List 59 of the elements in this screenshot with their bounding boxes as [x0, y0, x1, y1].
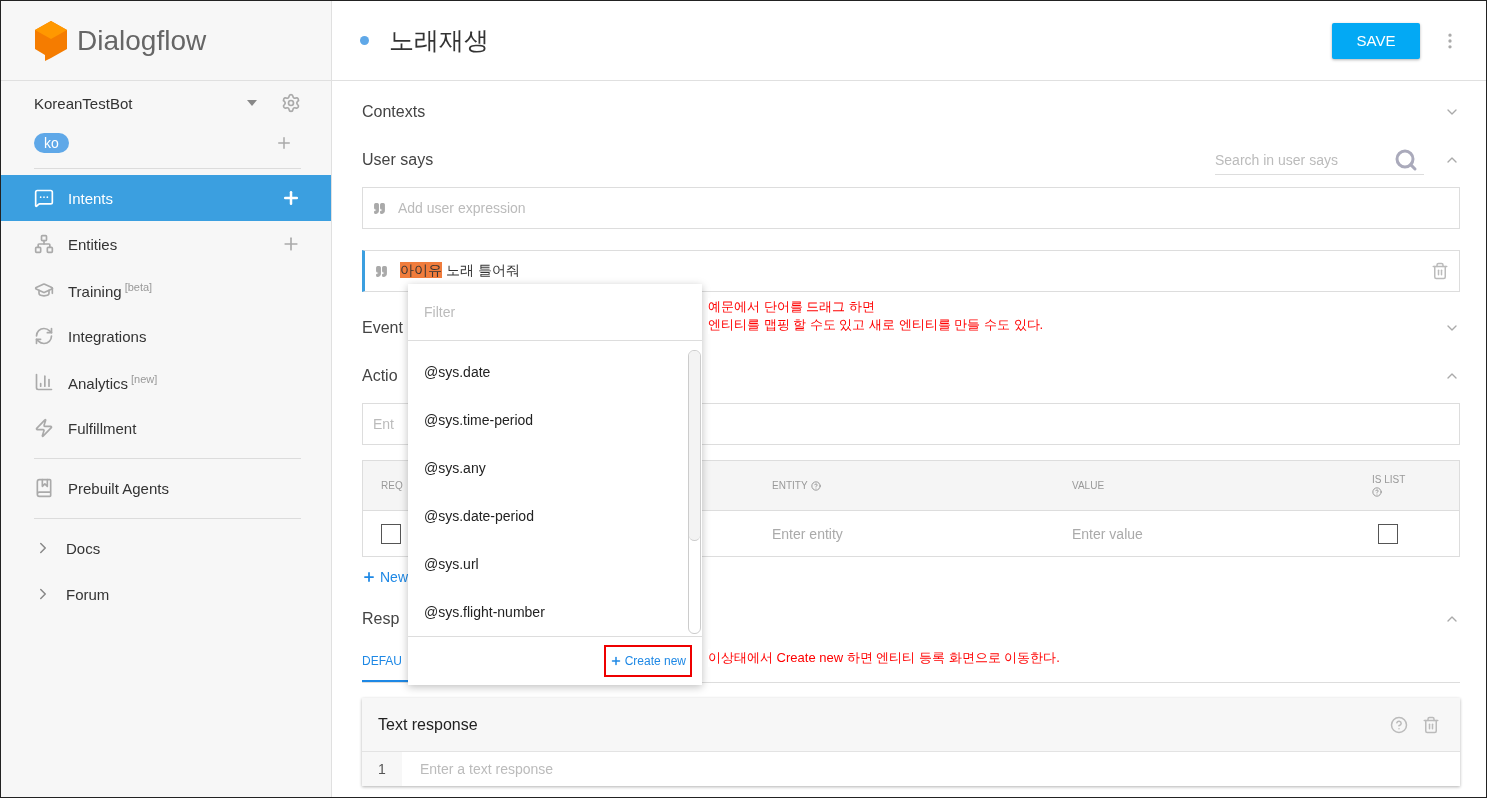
- section-title[interactable]: Contexts: [362, 103, 426, 121]
- delete-icon[interactable]: [1422, 715, 1440, 734]
- help-icon[interactable]: [810, 480, 821, 491]
- sidebar-item[interactable]: Integrations: [1, 313, 331, 359]
- entity-highlight[interactable]: 아이유: [400, 262, 442, 278]
- section-title[interactable]: Event: [362, 319, 403, 337]
- add-icon[interactable]: [281, 188, 301, 208]
- help-icon[interactable]: [1372, 487, 1382, 497]
- expression-text: 노래 틀어줘: [445, 262, 520, 278]
- section-title[interactable]: Resp: [362, 610, 400, 628]
- entity-option[interactable]: @sys.date: [408, 348, 688, 396]
- annotation-note: 이상태에서 Create new 하면 엔티티 등록 화면으로 이동한다.: [708, 649, 1060, 667]
- agent-name[interactable]: KoreanTestBot: [34, 94, 247, 112]
- nav-icon: [34, 372, 54, 392]
- create-new-button[interactable]: Create new: [603, 645, 692, 677]
- plus-icon: [362, 570, 376, 584]
- sidebar-item[interactable]: Training $^{[beta]}$: [1, 267, 331, 313]
- section-title[interactable]: User says: [362, 151, 434, 169]
- nav-icon: [34, 234, 54, 254]
- entity-option[interactable]: @sys.any: [408, 444, 688, 492]
- column-header: VALUE: [1071, 480, 1106, 491]
- sidebar-item[interactable]: Docs: [1, 525, 331, 571]
- line-number: 1: [362, 752, 402, 786]
- new-parameter-link[interactable]: New: [362, 557, 408, 597]
- quote-icon: [373, 201, 386, 215]
- logo-text: Dialogflow: [77, 24, 207, 57]
- section-title[interactable]: Actio: [362, 367, 398, 385]
- sidebar-item[interactable]: Entities: [1, 221, 331, 267]
- column-header: ENTITY: [754, 480, 1054, 491]
- entity-option[interactable]: @sys.date-period: [408, 492, 688, 540]
- entity-option[interactable]: @sys.url: [408, 540, 688, 588]
- search-icon[interactable]: [1394, 147, 1418, 172]
- nav-icon: [34, 326, 54, 346]
- help-icon[interactable]: [1390, 715, 1408, 734]
- is-list-checkbox[interactable]: [1378, 523, 1398, 544]
- sidebar-item[interactable]: Prebuilt Agents: [1, 465, 331, 511]
- required-checkbox[interactable]: [381, 523, 401, 544]
- caret-icon[interactable]: [247, 100, 257, 106]
- nav-icon: [34, 418, 54, 438]
- logo-icon: [33, 18, 69, 63]
- plus-icon: [609, 655, 622, 667]
- nav-icon: [34, 280, 54, 300]
- sidebar-item[interactable]: Fulfillment: [1, 405, 331, 451]
- column-header: REQ: [380, 480, 404, 491]
- nav-icon: [34, 188, 54, 208]
- annotation-note: 예문에서 단어를 드래그 하면 엔티티를 맵핑 할 수도 있고 새로 엔티티를 만들 수도 있다.: [708, 298, 1044, 334]
- sidebar-item[interactable]: Forum: [1, 571, 331, 617]
- add-icon[interactable]: [275, 134, 293, 152]
- sidebar-item[interactable]: Analytics $^{[new]}$: [1, 359, 331, 405]
- delete-icon[interactable]: [1431, 262, 1449, 280]
- entity-option[interactable]: @sys.flight-number: [408, 588, 688, 636]
- quote-icon: [375, 264, 388, 278]
- card-title: Text response: [378, 715, 479, 734]
- status-dot: [360, 36, 369, 45]
- scrollbar[interactable]: [688, 350, 701, 634]
- intent-title: 노래재생: [389, 25, 490, 56]
- column-header: IS LIST: [1354, 474, 1459, 497]
- nav-icon: [34, 478, 54, 498]
- settings-icon[interactable]: [281, 93, 301, 113]
